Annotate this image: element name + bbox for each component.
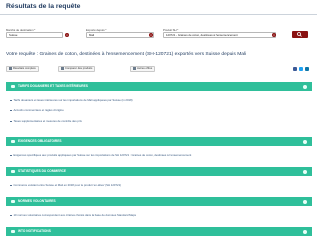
section-header-voluntary-standards[interactable]: NORMES VOLONTAIRES [6,197,312,206]
linkedin-icon[interactable] [305,67,309,71]
section-header-tariffs[interactable]: TARIFS DOUANIERS ET TAXES INTÉRIEURES [6,82,312,91]
section-title: WTO NOTIFICATIONS [18,229,51,233]
item-link[interactable]: Accords commerciaux et règles d'origine [14,108,64,112]
list-item[interactable]: Exigences spécifiques aux produits appli… [10,153,191,157]
item-link[interactable]: Taxes supplémentaires et mesures de cont… [14,119,82,123]
voluntary-standards-icon [11,200,15,203]
list-item[interactable]: Tarifs douaniers et taxes intérieures su… [10,98,133,102]
section-title: TARIFS DOUANIERS ET TAXES INTÉRIEURES [18,84,88,88]
statistics-icon [11,170,15,173]
collapse-icon[interactable] [303,199,307,204]
section-title: STATISTIQUES DU COMMERCE [18,169,67,173]
list-item[interactable]: Accords commerciaux et règles d'origine [10,108,64,112]
list-item[interactable]: Taxes supplémentaires et mesures de cont… [10,119,82,123]
bullet-icon [10,154,12,157]
other-requests-label: Autres offres [137,67,153,71]
compare-products-label: Comparer des produits [65,67,93,71]
collapse-icon[interactable] [303,139,307,144]
divider [0,14,317,15]
bullet-icon [10,99,12,102]
offers-icon [133,67,136,70]
list-icon [9,67,12,70]
product-input[interactable]: 120721 - Graines de coton, destinées à l… [163,32,276,38]
search-button[interactable] [292,31,308,38]
item-link[interactable]: Tarifs douaniers et taxes intérieures su… [14,98,133,102]
collapse-icon[interactable] [303,169,307,174]
clear-product-icon[interactable]: × [272,33,276,37]
customs-tariff-icon [11,85,15,88]
collapse-icon[interactable] [303,84,307,89]
list-item[interactable]: Commerce existant entre Suisse et Mali e… [10,183,121,187]
clear-destination-icon[interactable]: × [65,33,69,37]
section-header-wto-notifications[interactable]: WTO NOTIFICATIONS [6,227,312,236]
section-header-requirements[interactable]: EXIGENCES OBLIGATOIRES [6,137,312,146]
item-link[interactable]: 10 normes volontaires correspondent aux … [14,213,137,217]
requirements-icon [11,140,15,143]
section-title: EXIGENCES OBLIGATOIRES [18,139,62,143]
collapse-icon[interactable] [303,229,307,234]
wto-notifications-icon [11,230,15,233]
section-title: NORMES VOLONTAIRES [18,199,56,203]
bullet-icon [10,214,12,217]
section-header-statistics[interactable]: STATISTIQUES DU COMMERCE [6,167,312,176]
bullet-icon [10,184,12,187]
facebook-icon[interactable] [293,67,297,71]
exporter-select[interactable]: Mali [86,32,154,38]
bullet-icon [10,109,12,112]
page-title: Résultats de la requête [6,3,81,10]
bullet-icon [10,120,12,123]
query-summary: Votre requête : Graines de coton, destin… [6,52,247,57]
list-item[interactable]: 10 normes volontaires correspondent aux … [10,213,136,217]
other-requests-button[interactable]: Autres offres [130,66,156,72]
destination-select[interactable]: Suisse [6,32,63,38]
clear-exporter-icon[interactable]: × [149,33,153,37]
full-results-button[interactable]: Résultats complets [6,66,39,72]
compare-products-button[interactable]: Comparer des produits [58,66,96,72]
item-link[interactable]: Exigences spécifiques aux produits appli… [14,153,192,157]
full-results-label: Résultats complets [13,67,36,71]
twitter-icon[interactable] [299,67,303,71]
item-link[interactable]: Commerce existant entre Suisse et Mali e… [14,183,122,187]
search-icon [297,32,302,37]
compare-icon [61,67,64,70]
